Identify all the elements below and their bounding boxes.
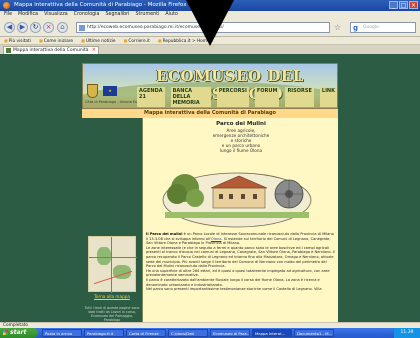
article-subtitle: Aree agricole, emergenze architettoniche… [212, 128, 270, 153]
back-to-map-link[interactable]: Torna alla mappa [88, 294, 136, 299]
town-crest-icon [87, 84, 98, 98]
park-thumbnail-map[interactable] [88, 236, 137, 293]
mill-illustration [162, 172, 312, 228]
page-viewport: ECOMUSEO DEL PAESAGGIO ★ Città di Parabi… [0, 54, 420, 322]
home-button[interactable]: ⌂ [57, 22, 68, 33]
olona-link[interactable]: Olona [211, 237, 222, 241]
menu-view[interactable]: Visualizza [44, 11, 68, 19]
close-button[interactable]: × [409, 1, 418, 9]
windows-taskbar: start Posta in arrivo Parabiago.fr.it Ca… [0, 328, 420, 338]
left-sidebar: Torna alla mappa Tutti i testi di queste… [82, 118, 142, 322]
pointer-arrow-icon [186, 0, 234, 46]
start-button[interactable]: start [0, 328, 38, 338]
search-placeholder: Google [363, 25, 379, 30]
main-article: Parco dei Mulini Aree agricole, emergenz… [142, 118, 338, 322]
task-button[interactable]: Documento1 - M... [294, 329, 334, 337]
bookmark-item[interactable]: Ultime notizie [81, 37, 116, 44]
tab-mappa[interactable]: Mappa interattiva della Comunità di... × [3, 46, 99, 60]
back-button[interactable]: ◀ [4, 22, 15, 33]
nav-forum[interactable]: FORUM [254, 87, 280, 107]
firefox-icon [3, 2, 10, 9]
forward-button[interactable]: ▶ [17, 22, 28, 33]
nav-percorsi[interactable]: PERCORSI [216, 87, 249, 107]
menu-help[interactable]: Aiuto [165, 11, 177, 19]
tab-favicon-icon [6, 48, 11, 53]
favicon-icon [79, 25, 85, 31]
site-banner: ECOMUSEO DEL PAESAGGIO ★ Città di Parabi… [82, 63, 338, 109]
bookmark-item[interactable]: Più visitati [4, 37, 31, 44]
google-icon: g [353, 24, 359, 32]
system-clock: 11.39 [394, 328, 420, 338]
bookmark-item[interactable]: Corriere.it [124, 37, 149, 44]
nav-agenda21[interactable]: AGENDA 21 [137, 87, 165, 107]
task-button[interactable]: Parabiago.fr.it [84, 329, 124, 337]
menu-bookmarks[interactable]: Segnalibri [105, 11, 129, 19]
tab-bar: Mappa interattiva della Comunità di... × [0, 45, 420, 60]
nav-link[interactable]: LINK [319, 87, 337, 107]
task-button[interactable]: Carta di Firenze [126, 329, 166, 337]
source-note: Tutti i testi di queste pagine sono stat… [84, 306, 140, 322]
bookmark-star-icon[interactable]: ☆ [334, 23, 341, 32]
article-title: Parco dei Mulini [216, 121, 266, 127]
nav-risorse[interactable]: RISORSE [285, 87, 314, 107]
menu-file[interactable]: File [4, 11, 12, 19]
stop-button[interactable]: × [43, 22, 54, 33]
minimize-button[interactable]: _ [389, 1, 398, 9]
window-controls: _ □ × [389, 1, 418, 9]
reload-button[interactable]: ↻ [30, 22, 41, 33]
taskbar-tasks: Posta in arrivo Parabiago.fr.it Carta di… [42, 329, 334, 337]
tab-close-icon[interactable]: × [92, 47, 96, 54]
bookmark-item[interactable]: Come iniziare [39, 37, 73, 44]
nav-banca-memoria[interactable]: BANCA DELLA MEMORIA [170, 87, 211, 107]
menu-history[interactable]: Cronologia [74, 11, 100, 19]
search-input[interactable]: g Google [350, 22, 416, 33]
menu-edit[interactable]: Modifica [18, 11, 38, 19]
article-body: Il Parco dei mulini è un Parco Locale di… [146, 232, 335, 292]
map-heading-bar: Mappa interattiva della Comunità di Para… [82, 109, 338, 118]
task-button[interactable]: Ecomuseo di Para... [210, 329, 250, 337]
menu-tools[interactable]: Strumenti [136, 11, 160, 19]
task-button-active[interactable]: Mappa interat... [252, 329, 292, 337]
eu-flag-icon: ★ [103, 86, 117, 96]
task-button[interactable]: Posta in arrivo [42, 329, 82, 337]
maximize-button[interactable]: □ [399, 1, 408, 9]
task-button[interactable]: C:\docs\Dati [168, 329, 208, 337]
site-nav: AGENDA 21 BANCA DELLA MEMORIA PERCORSI F… [137, 87, 337, 107]
window-title: Mappa interattiva della Comunità di Para… [14, 2, 187, 8]
